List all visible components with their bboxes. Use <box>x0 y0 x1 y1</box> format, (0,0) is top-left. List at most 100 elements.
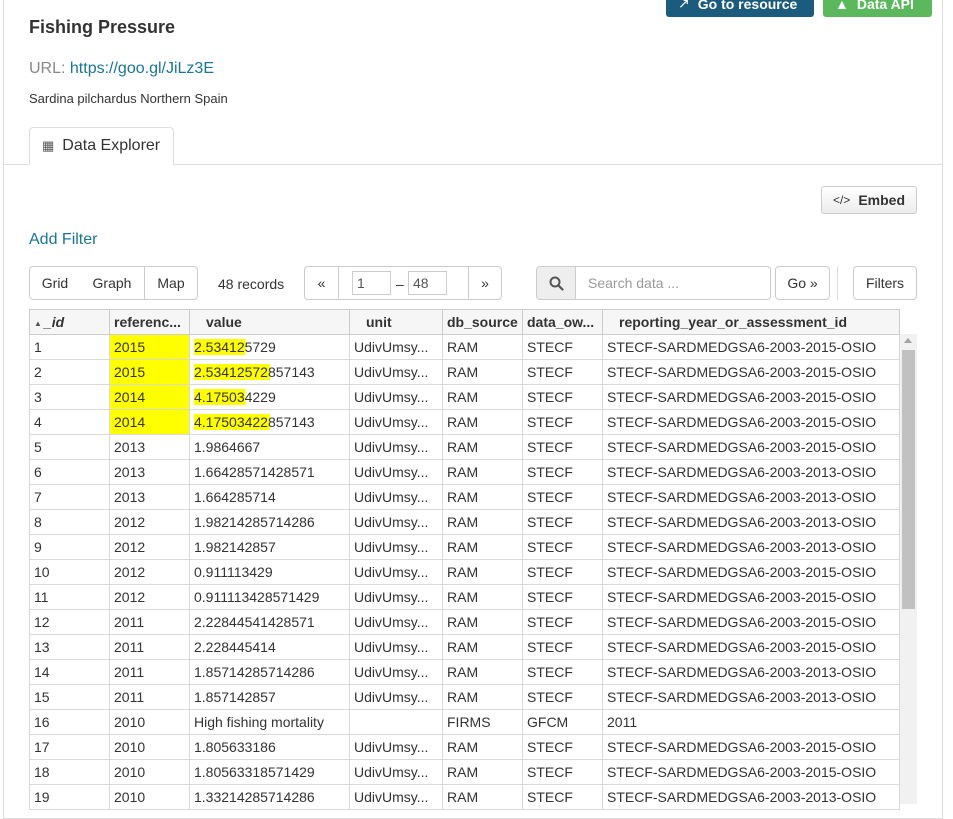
table-row[interactable]: 4 2014 4.17503422857143 UdivUmsy... RAM STECF… <box>29 409 900 435</box>
table-cell: STECF-SARDMEDGSA6-2003-2013-OSIO <box>602 509 900 535</box>
column-header-db-source[interactable]: db_source <box>442 309 523 335</box>
table-cell: STECF <box>522 734 603 760</box>
prev-page-button[interactable]: « <box>304 266 339 300</box>
page-to-input[interactable] <box>408 271 447 295</box>
table-cell: STECF <box>522 509 603 535</box>
table-cell: RAM <box>442 409 523 435</box>
table-row[interactable]: 15 2011 1.857142857 UdivUmsy... RAM STECF STEC… <box>29 684 900 710</box>
table-cell: STECF <box>522 334 603 360</box>
table-cell: 7 <box>29 484 110 510</box>
table-cell: STECF <box>522 359 603 385</box>
column-header-data-owner[interactable]: data_ow... <box>522 309 603 335</box>
table-cell: RAM <box>442 559 523 585</box>
table-row[interactable]: 16 2010 High fishing mortality FIRMS GFCM 201… <box>29 709 900 735</box>
table-cell: UdivUmsy... <box>349 459 443 485</box>
column-header-id[interactable]: ▲ _id <box>29 309 110 335</box>
table-cell: 1.664285714 <box>189 484 350 510</box>
table-cell: 2014 <box>109 384 190 410</box>
table-row[interactable]: 6 2013 1.66428571428571 UdivUmsy... RAM STECF… <box>29 459 900 485</box>
table-row[interactable]: 3 2014 4.175034229 UdivUmsy... RAM STECF STECF… <box>29 384 900 410</box>
view-grid-button[interactable]: Grid <box>29 266 81 300</box>
table-row[interactable]: 11 2012 0.911113428571429 UdivUmsy... RAM STE… <box>29 584 900 610</box>
table-cell: STECF <box>522 634 603 660</box>
go-to-resource-button[interactable]: ↗ Go to resource <box>666 0 814 17</box>
table-row[interactable]: 5 2013 1.9864667 UdivUmsy... RAM STECF STECF-S… <box>29 434 900 460</box>
scroll-thumb[interactable] <box>902 350 915 609</box>
table-cell: 5 <box>29 434 110 460</box>
table-row[interactable]: 2 2015 2.53412572857143 UdivUmsy... RAM STECF… <box>29 359 900 385</box>
table-cell: 2013 <box>109 484 190 510</box>
table-row[interactable]: 12 2011 2.22844541428571 UdivUmsy... RAM STEC… <box>29 609 900 635</box>
table-cell: 4.175034229 <box>189 384 350 410</box>
table-row[interactable]: 10 2012 0.911113429 UdivUmsy... RAM STECF STEC… <box>29 559 900 585</box>
table-cell: 1.66428571428571 <box>189 459 350 485</box>
table-cell: 16 <box>29 709 110 735</box>
table-cell: STECF-SARDMEDGSA6-2003-2015-OSIO <box>602 334 900 360</box>
table-cell: STECF <box>522 559 603 585</box>
column-header-unit[interactable]: unit <box>349 309 443 335</box>
table-row[interactable]: 14 2011 1.85714285714286 UdivUmsy... RAM STEC… <box>29 659 900 685</box>
table-row[interactable]: 19 2010 1.33214285714286 UdivUmsy... RAM STEC… <box>29 784 900 810</box>
table-cell: STECF <box>522 584 603 610</box>
table-cell: RAM <box>442 584 523 610</box>
table-row[interactable]: 7 2013 1.664285714 UdivUmsy... RAM STECF STECF… <box>29 484 900 510</box>
tab-data-explorer[interactable]: ▦ Data Explorer <box>29 127 174 165</box>
column-header-value[interactable]: value <box>189 309 350 335</box>
table-cell: STECF-SARDMEDGSA6-2003-2013-OSIO <box>602 784 900 810</box>
highlight-mark: 2.534125729 <box>194 339 276 355</box>
column-header-reference[interactable]: referenc... <box>109 309 190 335</box>
table-cell: 15 <box>29 684 110 710</box>
table-row[interactable]: 1 2015 2.534125729 UdivUmsy... RAM STECF STECF… <box>29 334 900 360</box>
table-cell: RAM <box>442 459 523 485</box>
table-cell: 2.53412572857143 <box>189 359 350 385</box>
table-row[interactable]: 18 2010 1.80563318571429 UdivUmsy... RAM STEC… <box>29 759 900 785</box>
table-cell: 2010 <box>109 784 190 810</box>
table-cell: RAM <box>442 759 523 785</box>
table-cell: 14 <box>29 659 110 685</box>
table-cell: RAM <box>442 359 523 385</box>
table-cell: UdivUmsy... <box>349 384 443 410</box>
table-cell: STECF <box>522 609 603 635</box>
table-cell: STECF-SARDMEDGSA6-2003-2013-OSIO <box>602 534 900 560</box>
next-page-button[interactable]: » <box>468 266 502 300</box>
table-cell: STECF <box>522 384 603 410</box>
url-link[interactable]: https://goo.gl/JiLz3E <box>70 60 214 77</box>
table-cell: UdivUmsy... <box>349 434 443 460</box>
table-row[interactable]: 8 2012 1.98214285714286 UdivUmsy... RAM STECF… <box>29 509 900 535</box>
table-cell: RAM <box>442 734 523 760</box>
table-cell: 1.982142857 <box>189 534 350 560</box>
view-graph-button[interactable]: Graph <box>80 266 145 300</box>
table-cell: 1.805633186 <box>189 734 350 760</box>
table-cell: RAM <box>442 509 523 535</box>
vertical-scrollbar[interactable] <box>900 334 917 804</box>
column-header-reporting-year[interactable]: reporting_year_or_assessment_id <box>602 309 900 335</box>
data-api-button[interactable]: ▲ Data API <box>823 0 932 17</box>
search-input[interactable]: Search data ... <box>575 266 771 300</box>
view-map-button[interactable]: Map <box>144 266 198 300</box>
filters-button[interactable]: Filters <box>853 266 917 300</box>
table-cell: 1.80563318571429 <box>189 759 350 785</box>
highlight-mark: 4.17503422857143 <box>194 414 315 430</box>
embed-button[interactable]: </> Embed <box>821 186 917 214</box>
table-cell: 8 <box>29 509 110 535</box>
table-cell: STECF-SARDMEDGSA6-2003-2013-OSIO <box>602 459 900 485</box>
search-icon[interactable] <box>536 266 576 300</box>
table-row[interactable]: 13 2011 2.228445414 UdivUmsy... RAM STECF STEC… <box>29 634 900 660</box>
table-row[interactable]: 17 2010 1.805633186 UdivUmsy... RAM STECF STEC… <box>29 734 900 760</box>
table-cell: 17 <box>29 734 110 760</box>
table-cell: RAM <box>442 659 523 685</box>
table-cell: STECF <box>522 434 603 460</box>
table-cell: UdivUmsy... <box>349 334 443 360</box>
page-from-input[interactable] <box>352 271 391 295</box>
table-cell: UdivUmsy... <box>349 484 443 510</box>
table-cell: 18 <box>29 759 110 785</box>
table-cell: 13 <box>29 634 110 660</box>
go-button[interactable]: Go » <box>775 266 830 300</box>
table-cell: 19 <box>29 784 110 810</box>
table-cell: 2.534125729 <box>189 334 350 360</box>
scroll-up-icon[interactable] <box>904 338 912 343</box>
table-cell: 0.911113428571429 <box>189 584 350 610</box>
table-cell: RAM <box>442 484 523 510</box>
table-row[interactable]: 9 2012 1.982142857 UdivUmsy... RAM STECF STECF… <box>29 534 900 560</box>
add-filter-link[interactable]: Add Filter <box>29 231 97 249</box>
